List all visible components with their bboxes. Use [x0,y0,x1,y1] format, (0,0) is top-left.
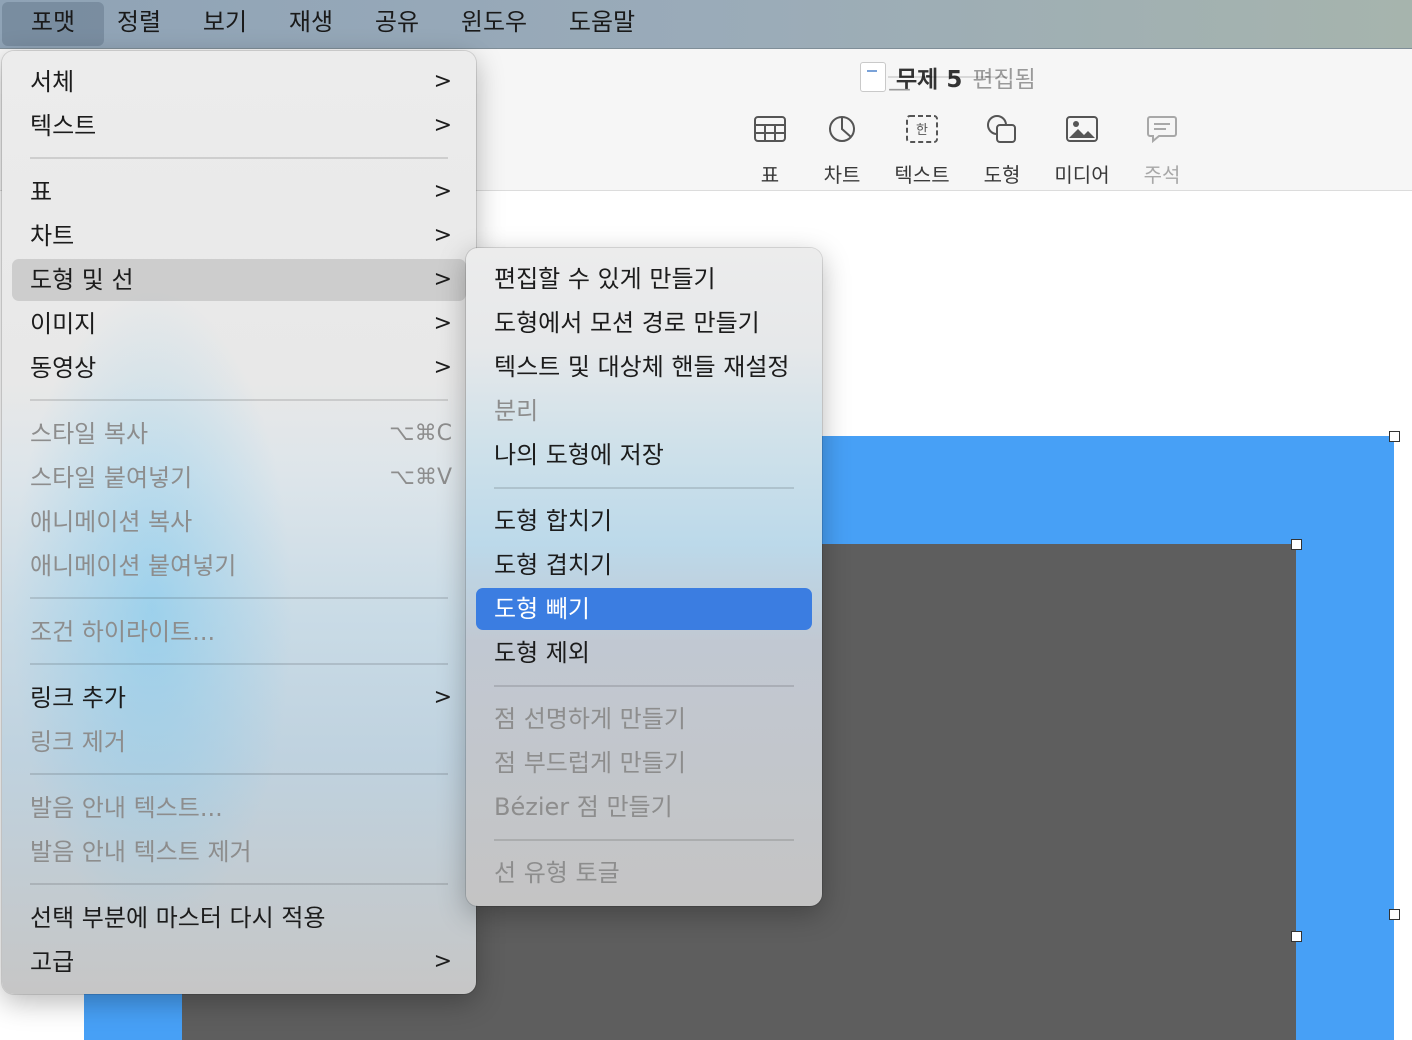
menu-separator [494,839,794,841]
chevron-right-icon: > [433,685,452,710]
menu-item-label: 텍스트 [30,112,97,140]
menu-item-label: 고급 [30,948,75,976]
menu-item-reapply-master[interactable]: 선택 부분에 마스터 다시 적용 [12,897,466,939]
shape-button[interactable]: 도형 [962,109,1042,188]
chevron-right-icon: > [433,267,452,292]
menu-item-chart[interactable]: 차트 > [12,215,466,257]
menu-item-remove-ruby[interactable]: 발음 안내 텍스트 제거 [12,831,466,873]
resize-handle[interactable] [1389,909,1400,920]
menu-separator [30,399,448,401]
menubar-window[interactable]: 윈도우 [454,0,534,48]
comment-icon [1122,109,1202,149]
chevron-right-icon: > [433,355,452,380]
menu-item-label: 링크 추가 [30,684,126,712]
menu-item-label: 스타일 붙여넣기 [30,464,193,492]
menu-item-movie[interactable]: 동영상 > [12,347,466,389]
menu-item-copy-style[interactable]: 스타일 복사 ⌥⌘C [12,413,466,455]
resize-handle[interactable] [1291,931,1302,942]
document-icon [860,62,886,92]
chevron-right-icon: > [433,179,452,204]
menubar-share[interactable]: 공유 [368,0,426,48]
menu-item-make-smooth[interactable]: 점 부드럽게 만들기 [476,742,812,784]
media-label: 미디어 [1054,163,1110,187]
menu-item-subtract[interactable]: 도형 빼기 [476,588,812,630]
text-box-icon: 한 [882,109,962,149]
menu-separator [30,883,448,885]
photo-icon [1042,109,1122,149]
menu-item-break-apart[interactable]: 분리 [476,390,812,432]
chevron-right-icon: > [433,223,452,248]
menu-item-text[interactable]: 텍스트 > [12,105,466,147]
menubar-view[interactable]: 보기 [196,0,254,48]
menubar-arrange[interactable]: 정렬 [110,0,168,48]
menu-item-label: 이미지 [30,310,97,338]
menu-item-label: 표 [30,178,53,206]
chart-icon [802,109,882,149]
menu-item-label: 동영상 [30,354,97,382]
menu-separator [30,597,448,599]
menu-item-save-to-my-shapes[interactable]: 나의 도형에 저장 [476,434,812,476]
menu-item-shape-line[interactable]: 도형 및 선 > [12,259,466,301]
comment-button[interactable]: 주석 [1122,109,1202,188]
svg-text:한: 한 [916,123,928,138]
menu-item-advanced[interactable]: 고급 > [12,941,466,983]
comment-label: 주석 [1143,163,1181,187]
menu-item-reset-handles[interactable]: 텍스트 및 대상체 핸들 재설정 [476,346,812,388]
menu-item-font[interactable]: 서체 > [12,61,466,103]
chevron-right-icon: > [433,311,452,336]
menu-item-unite[interactable]: 도형 합치기 [476,500,812,542]
menu-item-label: 차트 [30,222,75,250]
menu-item-make-editable[interactable]: 편집할 수 있게 만들기 [476,258,812,300]
menu-item-copy-animation[interactable]: 애니메이션 복사 [12,501,466,543]
menu-separator [494,487,794,489]
menu-item-make-bezier[interactable]: Bézier 점 만들기 [476,786,812,828]
menu-item-intersect[interactable]: 도형 겹치기 [476,544,812,586]
menu-item-conditional-highlight[interactable]: 조건 하이라이트... [12,611,466,653]
resize-handle[interactable] [1291,539,1302,550]
table-icon [730,109,810,149]
chevron-right-icon: > [433,113,452,138]
menu-item-label: 스타일 복사 [30,420,149,448]
table-button[interactable]: 표 [730,109,810,188]
menu-bar: 포맷 정렬 보기 재생 공유 윈도우 도움말 [0,0,1412,49]
resize-handle[interactable] [1389,431,1400,442]
menu-separator [30,773,448,775]
menu-item-image[interactable]: 이미지 > [12,303,466,345]
chart-button[interactable]: 차트 [802,109,882,188]
menu-item-remove-link[interactable]: 링크 제거 [12,721,466,763]
menu-item-add-link[interactable]: 링크 추가 > [12,677,466,719]
menu-separator [494,685,794,687]
menu-item-ruby-text[interactable]: 발음 안내 텍스트... [12,787,466,829]
menu-separator [30,157,448,159]
media-button[interactable]: 미디어 [1042,109,1122,188]
shape-label: 도형 [983,163,1021,187]
shortcut-label: ⌥⌘V [389,465,452,490]
menu-separator [30,663,448,665]
text-button[interactable]: 한 텍스트 [882,109,962,188]
shortcut-label: ⌥⌘C [389,421,452,446]
menu-item-label: 도형 및 선 [30,266,134,294]
document-title: 무제 5 — 편집됨 [860,61,1036,102]
text-label: 텍스트 [894,163,950,187]
menu-item-label: 서체 [30,68,75,96]
shapes-submenu: 편집할 수 있게 만들기 도형에서 모션 경로 만들기 텍스트 및 대상체 핸들… [466,248,822,906]
chevron-right-icon: > [433,69,452,94]
menu-item-paste-animation[interactable]: 애니메이션 붙여넣기 [12,545,466,587]
table-label: 표 [760,163,780,187]
menu-item-toggle-line-type[interactable]: 선 유형 토글 [476,852,812,894]
menu-item-make-sharp[interactable]: 점 선명하게 만들기 [476,698,812,740]
shape-icon [962,109,1042,149]
menu-item-paste-style[interactable]: 스타일 붙여넣기 ⌥⌘V [12,457,466,499]
title-separator: — [888,76,1008,102]
menu-item-motion-path[interactable]: 도형에서 모션 경로 만들기 [476,302,812,344]
menubar-format[interactable]: 포맷 [2,2,104,46]
chart-label: 차트 [823,163,861,187]
format-menu: 서체 > 텍스트 > 표 > 차트 > 도형 및 선 > 이미지 > 동영상 > 스타일 복사… [2,51,476,994]
menu-item-table[interactable]: 표 > [12,171,466,213]
menubar-help[interactable]: 도움말 [562,0,642,48]
menu-item-exclude[interactable]: 도형 제외 [476,632,812,674]
menubar-play[interactable]: 재생 [282,0,340,48]
chevron-right-icon: > [433,949,452,974]
